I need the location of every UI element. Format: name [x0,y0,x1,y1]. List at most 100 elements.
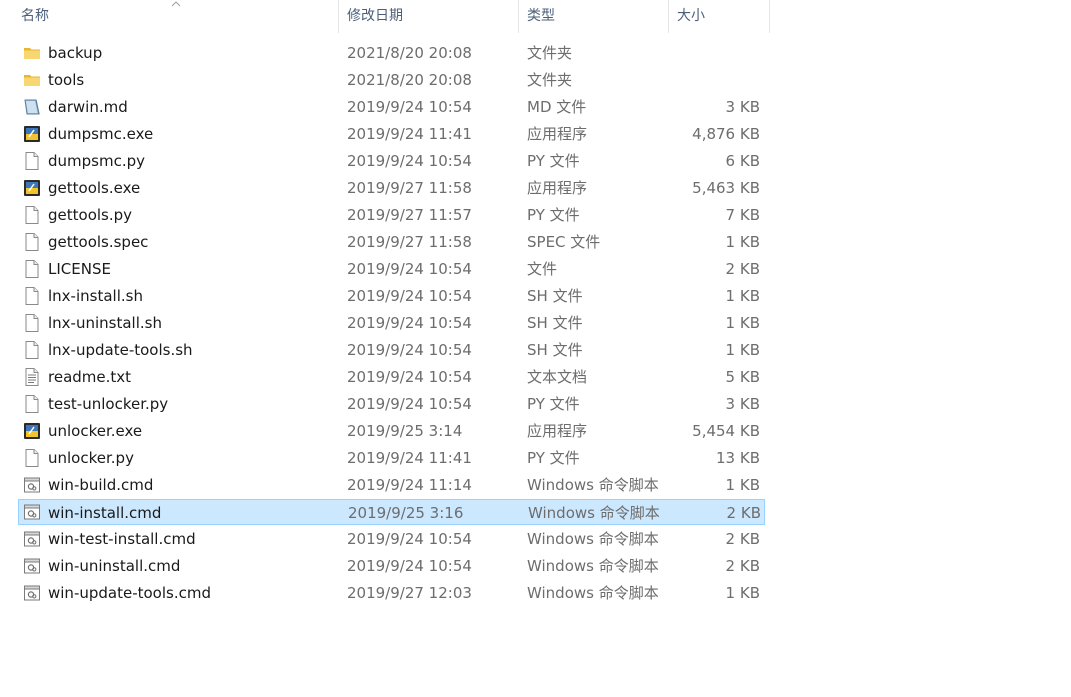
file-type: MD 文件 [527,98,587,116]
blank-file-icon [23,448,41,468]
blank-file-icon [23,286,41,306]
file-size [669,67,760,93]
file-size: 2 KB [726,504,761,522]
file-row[interactable]: win-test-install.cmd 2019/9/24 10:54 Windo… [18,526,765,552]
file-row[interactable]: win-build.cmd 2019/9/24 11:14 Windows 命令脚本… [18,472,765,498]
file-row[interactable]: tools 2021/8/20 20:08 文件夹 [18,67,765,93]
file-modified: 2019/9/24 10:54 [347,530,472,548]
file-type: 应用程序 [527,125,588,143]
file-row[interactable]: LICENSE 2019/9/24 10:54 文件 2 KB [18,256,765,282]
file-name: readme.txt [48,368,132,386]
file-modified: 2019/9/27 11:58 [347,179,472,197]
file-type: 文件 [527,260,558,278]
file-modified: 2019/9/24 10:54 [347,260,472,278]
file-modified: 2019/9/24 10:54 [347,152,472,170]
file-type: SH 文件 [527,314,583,332]
column-header-type[interactable]: 类型 [519,0,669,33]
file-name: backup [48,44,103,62]
file-row[interactable]: darwin.md 2019/9/24 10:54 MD 文件 3 KB [18,94,765,120]
markdown-file-icon [23,97,41,117]
file-type: Windows 命令脚本 [528,504,660,522]
file-name: darwin.md [48,98,128,116]
file-modified: 2019/9/27 11:57 [347,206,472,224]
file-size: 1 KB [725,341,760,359]
file-name: win-install.cmd [48,504,162,522]
file-modified: 2021/8/20 20:08 [347,44,472,62]
blank-file-icon [23,394,41,414]
file-modified: 2019/9/25 3:16 [348,504,464,522]
file-row[interactable]: readme.txt 2019/9/24 10:54 文本文档 5 KB [18,364,765,390]
file-size: 1 KB [725,584,760,602]
file-type: 文本文档 [527,368,588,386]
file-row[interactable]: gettools.py 2019/9/27 11:57 PY 文件 7 KB [18,202,765,228]
file-modified: 2019/9/24 10:54 [347,368,472,386]
file-row[interactable]: win-update-tools.cmd 2019/9/27 12:03 Windo… [18,580,765,606]
file-type: 文件夹 [527,71,573,89]
file-modified: 2019/9/24 11:41 [347,449,472,467]
column-header-name[interactable]: 名称 [12,0,339,33]
file-size: 6 KB [725,152,760,170]
file-row[interactable]: test-unlocker.py 2019/9/24 10:54 PY 文件 3 KB [18,391,765,417]
file-size: 5,463 KB [692,179,760,197]
file-row[interactable]: unlocker.exe 2019/9/25 3:14 应用程序 5,454 KB [18,418,765,444]
file-row[interactable]: lnx-uninstall.sh 2019/9/24 10:54 SH 文件 1 KB [18,310,765,336]
file-size: 1 KB [725,476,760,494]
file-modified: 2019/9/27 11:58 [347,233,472,251]
blank-file-icon [23,313,41,333]
file-size: 1 KB [725,233,760,251]
file-size: 2 KB [725,530,760,548]
blank-file-icon [23,232,41,252]
file-size: 1 KB [725,314,760,332]
file-name: lnx-update-tools.sh [48,341,193,359]
column-header-size[interactable]: 大小 [669,0,770,33]
file-name: win-uninstall.cmd [48,557,181,575]
file-size: 7 KB [725,206,760,224]
file-row[interactable]: unlocker.py 2019/9/24 11:41 PY 文件 13 KB [18,445,765,471]
column-header-bar: 名称 修改日期 类型 大小 [0,0,770,33]
file-row[interactable]: dumpsmc.exe 2019/9/24 11:41 应用程序 4,876 KB [18,121,765,147]
file-row[interactable]: backup 2021/8/20 20:08 文件夹 [18,40,765,66]
file-row[interactable]: dumpsmc.py 2019/9/24 10:54 PY 文件 6 KB [18,148,765,174]
file-type: 应用程序 [527,422,588,440]
file-name: unlocker.exe [48,422,143,440]
file-name: dumpsmc.py [48,152,146,170]
file-size: 2 KB [725,260,760,278]
file-row[interactable]: lnx-install.sh 2019/9/24 10:54 SH 文件 1 KB [18,283,765,309]
file-row[interactable]: gettools.exe 2019/9/27 11:58 应用程序 5,463 KB [18,175,765,201]
cmd-script-icon [23,502,41,522]
column-header-modified[interactable]: 修改日期 [339,0,519,33]
file-type: PY 文件 [527,395,580,413]
file-size [669,40,760,66]
file-type: Windows 命令脚本 [527,530,659,548]
file-name: win-build.cmd [48,476,154,494]
file-row[interactable]: win-uninstall.cmd 2019/9/24 10:54 Windows … [18,553,765,579]
file-row[interactable]: gettools.spec 2019/9/27 11:58 SPEC 文件 1 KB [18,229,765,255]
file-type: SH 文件 [527,287,583,305]
file-size: 2 KB [725,557,760,575]
python-exe-icon [23,124,41,144]
file-size: 4,876 KB [692,125,760,143]
file-type: PY 文件 [527,449,580,467]
file-modified: 2019/9/24 10:54 [347,395,472,413]
file-row[interactable]: win-install.cmd 2019/9/25 3:16 Windows 命令脚… [18,499,765,525]
file-row[interactable]: lnx-update-tools.sh 2019/9/24 10:54 SH 文件 1… [18,337,765,363]
file-type: Windows 命令脚本 [527,557,659,575]
file-modified: 2019/9/24 10:54 [347,98,472,116]
blank-file-icon [23,151,41,171]
file-modified: 2019/9/25 3:14 [347,422,463,440]
file-name: gettools.exe [48,179,141,197]
file-name: win-test-install.cmd [48,530,196,548]
file-name: lnx-uninstall.sh [48,314,162,332]
python-exe-icon [23,178,41,198]
file-type: 文件夹 [527,44,573,62]
text-file-icon [23,367,41,387]
blank-file-icon [23,259,41,279]
file-name: LICENSE [48,260,111,278]
file-size: 13 KB [716,449,760,467]
file-modified: 2019/9/24 10:54 [347,557,472,575]
file-modified: 2021/8/20 20:08 [347,71,472,89]
folder-icon [23,43,41,63]
file-type: Windows 命令脚本 [527,584,659,602]
file-size: 5,454 KB [692,422,760,440]
file-modified: 2019/9/27 12:03 [347,584,472,602]
